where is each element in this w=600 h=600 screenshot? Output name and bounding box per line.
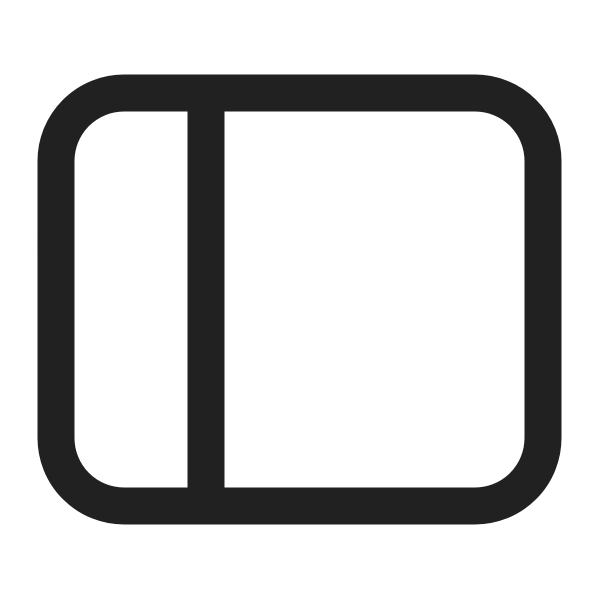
icon-canvas <box>0 0 600 600</box>
window-frame <box>37 74 562 525</box>
sidebar-panel-icon <box>37 74 562 525</box>
